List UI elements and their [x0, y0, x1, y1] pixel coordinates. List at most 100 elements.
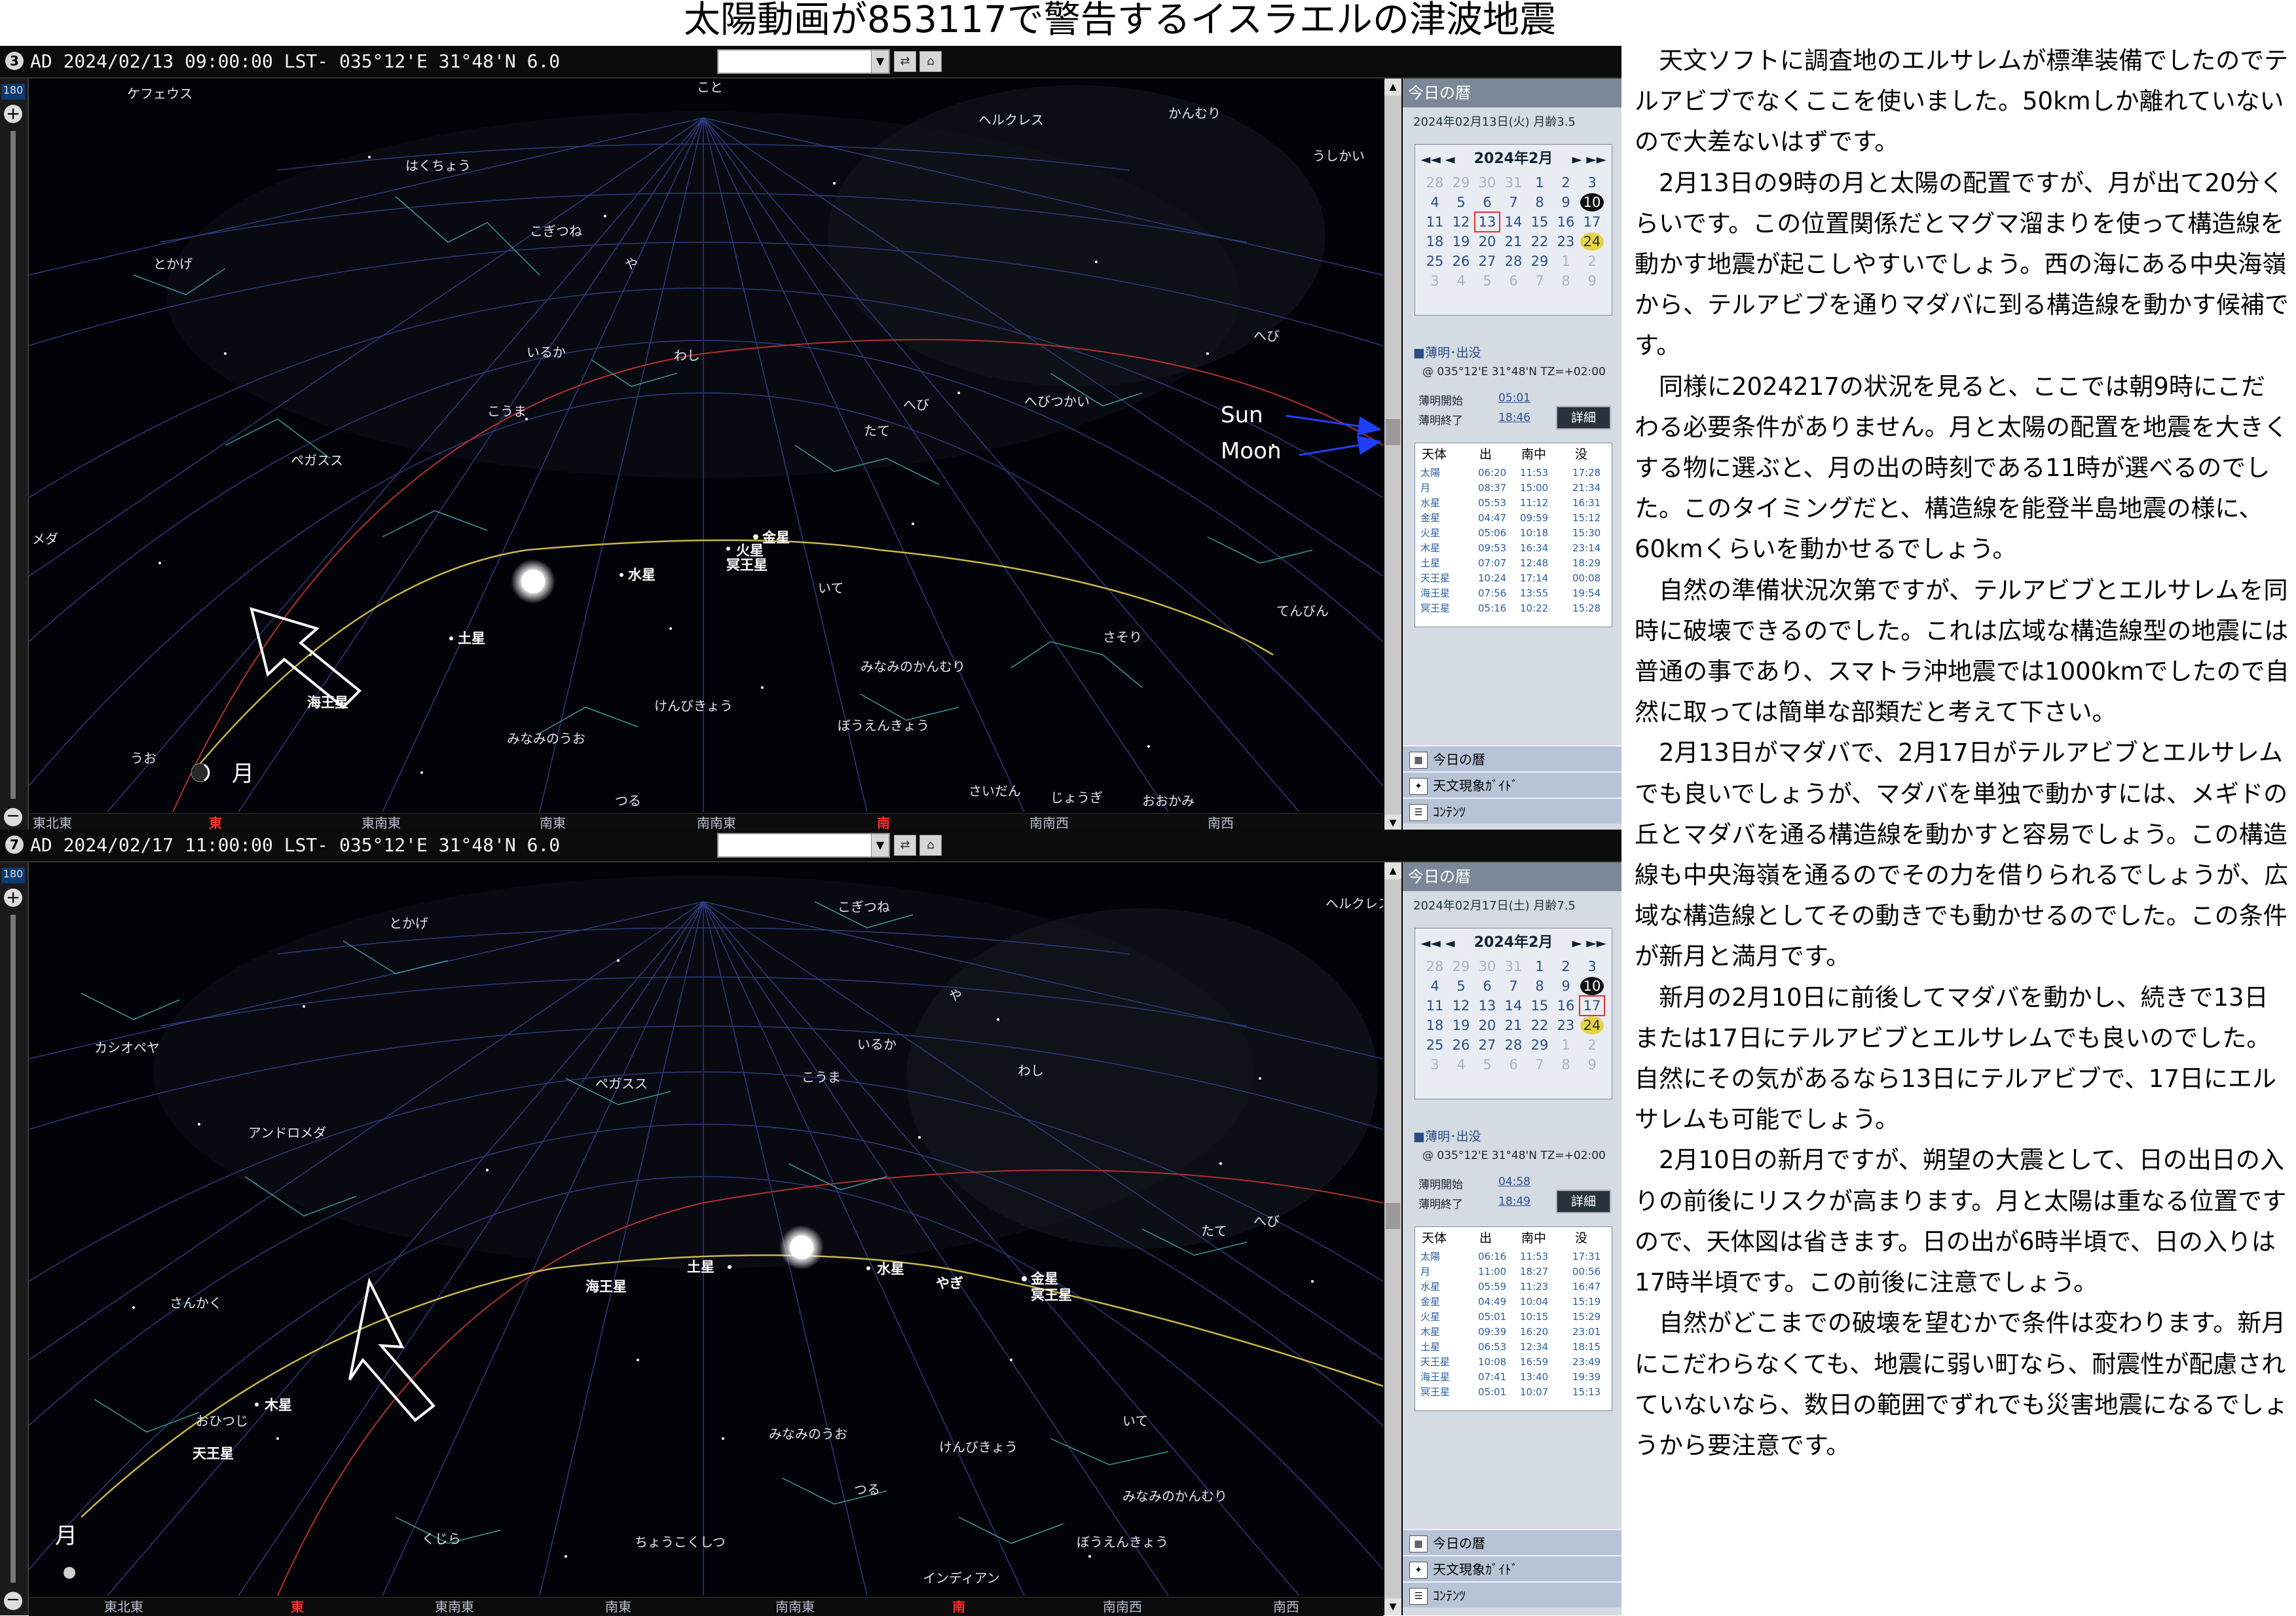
- twilight-start-value[interactable]: 05:01: [1498, 392, 1530, 405]
- calendar-day[interactable]: 12: [1449, 213, 1473, 231]
- tool-sync-icon[interactable]: ⇄: [894, 51, 916, 72]
- calendar-day[interactable]: 1: [1554, 1036, 1578, 1054]
- zoom-in-icon[interactable]: +: [4, 889, 22, 907]
- calendar-day[interactable]: 28: [1502, 252, 1525, 270]
- twilight-end-value[interactable]: 18:49: [1498, 1195, 1530, 1208]
- calendar-day[interactable]: 16: [1554, 213, 1578, 231]
- scroll-up-icon[interactable]: ▲: [1384, 79, 1401, 96]
- calendar-day[interactable]: 9: [1554, 977, 1578, 995]
- zoom-out-icon[interactable]: −: [4, 1591, 22, 1610]
- guide-button[interactable]: ✦ 天文現象ｶﾞｲﾄﾞ: [1403, 1555, 1621, 1581]
- calendar-day[interactable]: 3: [1580, 957, 1604, 976]
- calendar-day[interactable]: 29: [1528, 1036, 1551, 1054]
- calendar-day[interactable]: 19: [1449, 232, 1473, 251]
- calendar-day[interactable]: 23: [1554, 1016, 1578, 1035]
- calendar-day[interactable]: 25: [1423, 1036, 1447, 1054]
- scroll-down-icon[interactable]: ▼: [1384, 1598, 1401, 1615]
- star-chart[interactable]: ケフェウス こと ヘルクレス かんむり はくちょう うしかい こぎつね とかげ …: [29, 79, 1383, 812]
- zoom-slider[interactable]: [10, 131, 16, 799]
- calendar-day[interactable]: 2: [1554, 957, 1578, 976]
- tool-lock-icon[interactable]: ⌂: [919, 51, 942, 72]
- calendar-day[interactable]: 21: [1502, 1016, 1525, 1035]
- calendar-day[interactable]: 21: [1502, 232, 1525, 251]
- calendar-day[interactable]: 26: [1449, 1036, 1473, 1054]
- calendar-day[interactable]: 28: [1423, 957, 1447, 976]
- calendar-day[interactable]: 22: [1528, 232, 1551, 251]
- detail-button[interactable]: 詳細: [1556, 1190, 1611, 1213]
- calendar-day[interactable]: 20: [1475, 1016, 1499, 1035]
- calendar-day[interactable]: 15: [1528, 997, 1551, 1015]
- calendar-day[interactable]: 18: [1423, 1016, 1447, 1035]
- calendar-day[interactable]: 10: [1580, 977, 1604, 995]
- calendar-day[interactable]: 30: [1475, 174, 1499, 192]
- calendar-day[interactable]: 15: [1528, 213, 1551, 231]
- calendar-day[interactable]: 8: [1528, 977, 1551, 995]
- calendar-day[interactable]: 20: [1475, 232, 1499, 251]
- calendar-day[interactable]: 2: [1580, 252, 1604, 270]
- calendar-day[interactable]: 8: [1554, 1056, 1578, 1074]
- tool-lock-icon[interactable]: ⌂: [919, 835, 942, 856]
- calendar-day[interactable]: 7: [1502, 193, 1525, 211]
- calendar-day[interactable]: 3: [1423, 1056, 1447, 1074]
- calendar-day[interactable]: 31: [1502, 957, 1525, 976]
- calendar-day[interactable]: 14: [1502, 997, 1525, 1015]
- calendar-day[interactable]: 8: [1554, 272, 1578, 290]
- today-button[interactable]: ▦ 今日の暦: [1403, 745, 1621, 771]
- calendar-day[interactable]: 24: [1580, 232, 1604, 251]
- calendar-day[interactable]: 10: [1580, 193, 1604, 211]
- calendar-day[interactable]: 9: [1580, 1056, 1604, 1074]
- calendar-day[interactable]: 7: [1502, 977, 1525, 995]
- guide-button[interactable]: ✦ 天文現象ｶﾞｲﾄﾞ: [1403, 771, 1621, 798]
- calendar-day[interactable]: 5: [1449, 977, 1473, 995]
- scroll-up-icon[interactable]: ▲: [1384, 862, 1401, 879]
- calendar-day[interactable]: 23: [1554, 232, 1578, 251]
- calendar-day[interactable]: 8: [1528, 193, 1551, 211]
- calendar-day[interactable]: 28: [1423, 174, 1447, 192]
- contents-button[interactable]: ☰ ｺﾝﾃﾝﾂ: [1403, 798, 1621, 824]
- calendar-day[interactable]: 4: [1423, 977, 1447, 995]
- calendar-day[interactable]: 6: [1502, 1056, 1525, 1074]
- view-dropdown[interactable]: ▼: [717, 833, 890, 858]
- zoom-in-icon[interactable]: +: [4, 105, 22, 123]
- calendar-day[interactable]: 2: [1554, 174, 1578, 192]
- calendar-next-icon[interactable]: ► ►►: [1572, 147, 1607, 171]
- tool-sync-icon[interactable]: ⇄: [894, 835, 916, 856]
- calendar-day[interactable]: 9: [1580, 272, 1604, 290]
- calendar-day[interactable]: 4: [1449, 272, 1473, 290]
- calendar-day[interactable]: 29: [1449, 174, 1473, 192]
- calendar-day[interactable]: 7: [1528, 272, 1551, 290]
- scroll-thumb[interactable]: [1386, 419, 1400, 445]
- zoom-slider[interactable]: [10, 915, 16, 1583]
- calendar-day[interactable]: 29: [1449, 957, 1473, 976]
- star-chart[interactable]: とかげ こぎつね ヘルクレス や カシオペヤ いるか ペガスス こうま わし ア…: [29, 862, 1383, 1596]
- calendar-day[interactable]: 5: [1475, 272, 1499, 290]
- calendar-day[interactable]: 1: [1528, 957, 1551, 976]
- calendar-day[interactable]: 16: [1554, 997, 1578, 1015]
- calendar-day[interactable]: 19: [1449, 1016, 1473, 1035]
- calendar-day[interactable]: 6: [1475, 193, 1499, 211]
- calendar-day[interactable]: 5: [1449, 193, 1473, 211]
- chevron-down-icon[interactable]: ▼: [871, 834, 889, 856]
- calendar-day[interactable]: 17: [1579, 995, 1605, 1016]
- calendar-day[interactable]: 6: [1475, 977, 1499, 995]
- calendar-day[interactable]: 31: [1502, 174, 1525, 192]
- calendar-day[interactable]: 12: [1449, 997, 1473, 1015]
- calendar-day[interactable]: 30: [1475, 957, 1499, 976]
- zoom-out-icon[interactable]: −: [4, 807, 22, 826]
- calendar-day[interactable]: 18: [1423, 232, 1447, 251]
- calendar-day[interactable]: 9: [1554, 193, 1578, 211]
- today-button[interactable]: ▦ 今日の暦: [1403, 1529, 1621, 1555]
- calendar-day[interactable]: 3: [1580, 174, 1604, 192]
- calendar-next-icon[interactable]: ► ►►: [1572, 931, 1607, 955]
- calendar-day[interactable]: 4: [1449, 1056, 1473, 1074]
- vertical-scrollbar[interactable]: ▲ ▼: [1384, 862, 1401, 1615]
- calendar-day[interactable]: 5: [1475, 1056, 1499, 1074]
- calendar-day[interactable]: 27: [1475, 252, 1499, 270]
- contents-button[interactable]: ☰ ｺﾝﾃﾝﾂ: [1403, 1581, 1621, 1607]
- calendar-day[interactable]: 11: [1423, 997, 1447, 1015]
- vertical-scrollbar[interactable]: ▲ ▼: [1384, 79, 1401, 832]
- calendar-day[interactable]: 25: [1423, 252, 1447, 270]
- chevron-down-icon[interactable]: ▼: [871, 50, 889, 73]
- calendar-day[interactable]: 7: [1528, 1056, 1551, 1074]
- calendar-day[interactable]: 22: [1528, 1016, 1551, 1035]
